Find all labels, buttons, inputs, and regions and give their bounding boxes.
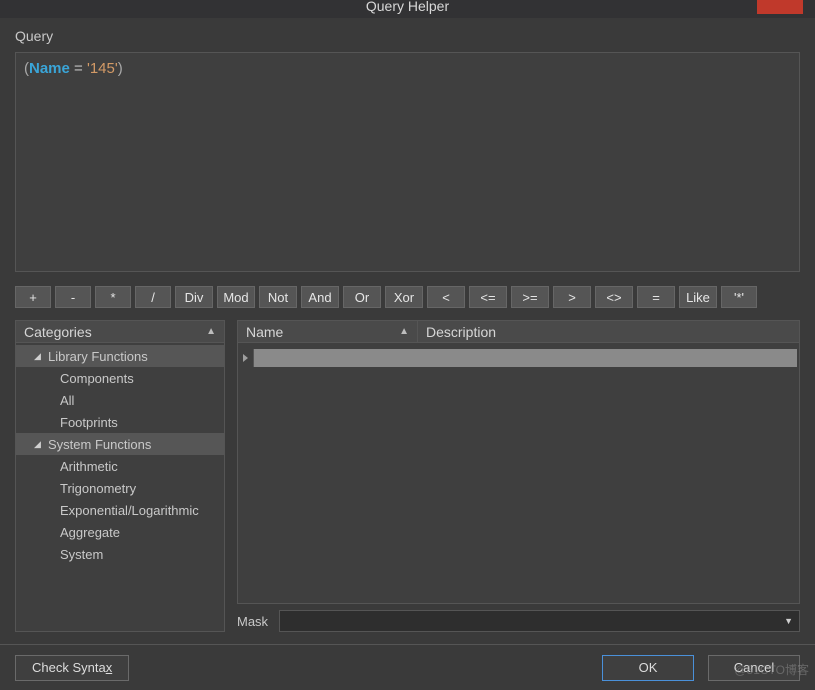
op-xor[interactable]: Xor	[385, 286, 423, 308]
check-syntax-label-pre: Check Synta	[32, 660, 106, 675]
mask-label: Mask	[237, 614, 271, 629]
expand-icon: ◢	[34, 351, 44, 362]
op-not[interactable]: Not	[259, 286, 297, 308]
op-ne[interactable]: <>	[595, 286, 633, 308]
sort-asc-icon: ▲	[399, 326, 409, 337]
op-lt[interactable]: <	[427, 286, 465, 308]
query-label: Query	[15, 28, 800, 44]
titlebar: Query Helper	[0, 0, 815, 18]
op-div[interactable]: Div	[175, 286, 213, 308]
token-string: '145'	[87, 60, 118, 77]
cancel-label: Cancel	[734, 660, 774, 675]
token-eq: =	[70, 60, 87, 77]
tree-item-label: Arithmetic	[60, 459, 118, 474]
op-star-literal[interactable]: '*'	[721, 286, 757, 308]
footer: Check Syntax OK Cancel	[0, 644, 815, 690]
check-syntax-button[interactable]: Check Syntax	[15, 655, 129, 681]
categories-header[interactable]: Categories ▲	[16, 321, 224, 343]
tree-item-trigonometry[interactable]: Trigonometry	[16, 477, 224, 499]
col-name-label: Name	[246, 324, 283, 340]
op-minus[interactable]: -	[55, 286, 91, 308]
operator-toolbar: + - * / Div Mod Not And Or Xor < <= >= >…	[15, 286, 800, 308]
tree-item-label: Aggregate	[60, 525, 120, 540]
categories-title: Categories	[24, 324, 92, 340]
tree-item-label: Components	[60, 371, 134, 386]
op-mod[interactable]: Mod	[217, 286, 255, 308]
tree-item-label: System	[60, 547, 103, 562]
op-and[interactable]: And	[301, 286, 339, 308]
row-indicator-icon	[238, 349, 254, 367]
cancel-button[interactable]: Cancel	[708, 655, 800, 681]
tree-item-label: Library Functions	[48, 349, 148, 364]
tree-item-system-functions[interactable]: ◢ System Functions	[16, 433, 224, 455]
categories-tree: ◢ Library Functions Components All Footp…	[16, 343, 224, 631]
token-ident: Name	[29, 60, 70, 77]
tree-item-components[interactable]: Components	[16, 367, 224, 389]
table-row[interactable]	[254, 349, 797, 367]
tree-item-all[interactable]: All	[16, 389, 224, 411]
table-header: Name ▲ Description	[238, 321, 799, 343]
expand-icon: ◢	[34, 439, 44, 450]
op-div-slash[interactable]: /	[135, 286, 171, 308]
tree-item-label: Footprints	[60, 415, 118, 430]
op-or[interactable]: Or	[343, 286, 381, 308]
op-plus[interactable]: +	[15, 286, 51, 308]
token-close: )	[118, 60, 123, 77]
op-le[interactable]: <=	[469, 286, 507, 308]
op-ge[interactable]: >=	[511, 286, 549, 308]
col-desc-label: Description	[426, 324, 496, 340]
table-body[interactable]	[238, 343, 799, 603]
ok-label: OK	[639, 660, 658, 675]
tree-item-arithmetic[interactable]: Arithmetic	[16, 455, 224, 477]
tree-item-label: Trigonometry	[60, 481, 136, 496]
chevron-down-icon: ▼	[784, 616, 793, 626]
op-eq[interactable]: =	[637, 286, 675, 308]
mask-combo[interactable]: ▼	[279, 610, 800, 632]
op-like[interactable]: Like	[679, 286, 717, 308]
tree-item-system[interactable]: System	[16, 543, 224, 565]
tree-item-footprints[interactable]: Footprints	[16, 411, 224, 433]
functions-table: Name ▲ Description	[237, 320, 800, 604]
categories-panel: Categories ▲ ◢ Library Functions Compone…	[15, 320, 225, 632]
close-button[interactable]	[757, 0, 803, 14]
tree-item-exponential[interactable]: Exponential/Logarithmic	[16, 499, 224, 521]
tree-item-label: System Functions	[48, 437, 151, 452]
tree-item-label: Exponential/Logarithmic	[60, 503, 199, 518]
tree-item-library-functions[interactable]: ◢ Library Functions	[16, 345, 224, 367]
op-gt[interactable]: >	[553, 286, 591, 308]
tree-item-label: All	[60, 393, 74, 408]
sort-asc-icon: ▲	[206, 326, 216, 337]
query-editor[interactable]: (Name = '145')	[15, 52, 800, 272]
op-mul[interactable]: *	[95, 286, 131, 308]
window-title: Query Helper	[366, 0, 449, 12]
col-name[interactable]: Name ▲	[238, 321, 418, 342]
check-syntax-accel: x	[106, 660, 113, 675]
col-description[interactable]: Description	[418, 321, 799, 342]
tree-item-aggregate[interactable]: Aggregate	[16, 521, 224, 543]
ok-button[interactable]: OK	[602, 655, 694, 681]
